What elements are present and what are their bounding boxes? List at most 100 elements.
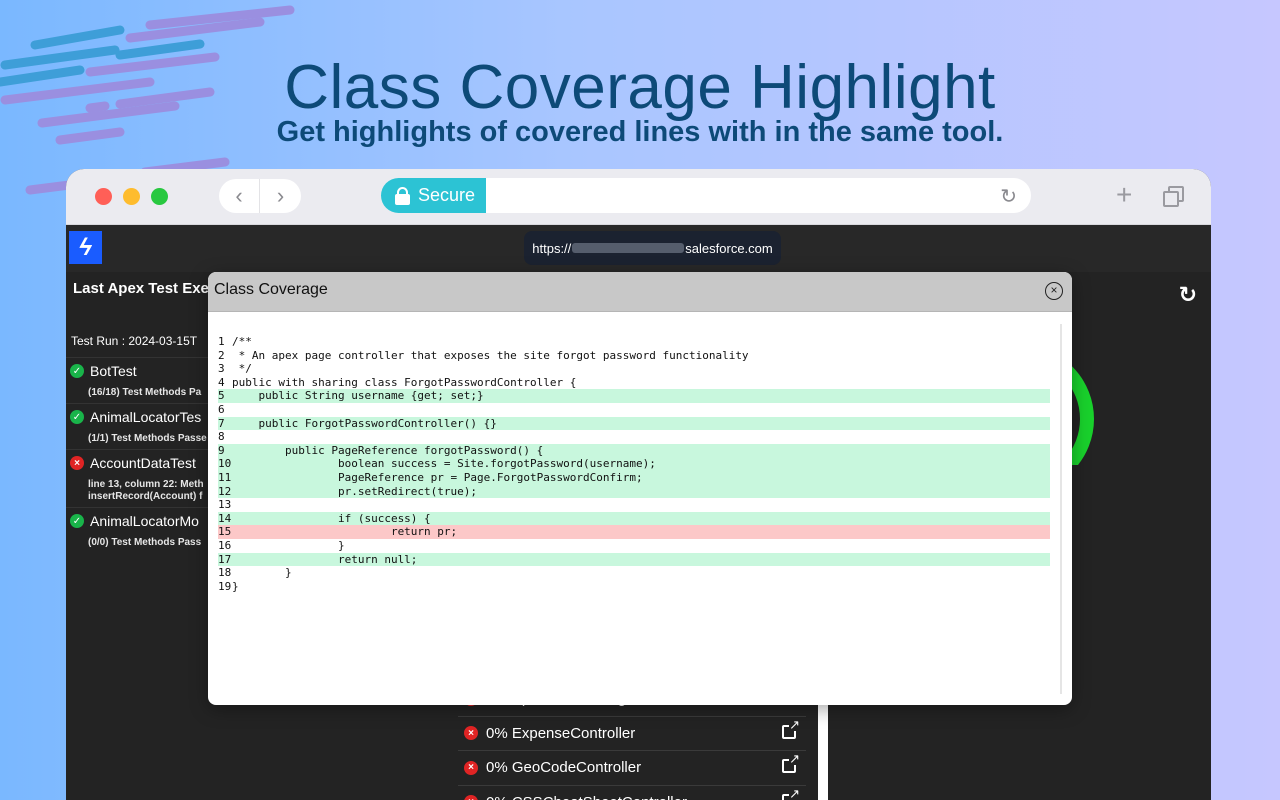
check-circle-icon: ✓ — [70, 410, 84, 424]
test-class-item[interactable]: ✓ AnimalLocatorMo — [66, 507, 208, 534]
code-text: PageReference pr = Page.ForgotPasswordCo… — [232, 470, 643, 484]
test-class-detail-line: line 13, column 22: Meth — [88, 479, 204, 490]
code-text: } — [232, 566, 292, 580]
error-circle-icon: × — [464, 726, 478, 741]
test-class-item[interactable]: ✓ AnimalLocatorTes — [66, 403, 208, 430]
code-line: 16 } — [218, 539, 1050, 553]
error-circle-icon: × — [464, 795, 478, 800]
redacted-url-segment — [572, 243, 685, 253]
code-text: return null; — [232, 552, 418, 566]
close-window-button[interactable] — [95, 188, 112, 205]
line-number: 19 — [218, 579, 232, 593]
forward-button[interactable]: › — [260, 179, 301, 213]
coverage-label: 0% ExpenseController — [486, 724, 636, 742]
code-text: public String username {get; set;} — [232, 389, 484, 403]
external-link-icon[interactable] — [782, 786, 800, 800]
test-class-detail-line: insertRecord(Account) f — [88, 491, 203, 502]
line-number: 14 — [218, 511, 232, 525]
refresh-icon[interactable]: ↻ — [1179, 282, 1197, 308]
test-class-name: AccountDataTest — [90, 455, 196, 471]
line-number: 9 — [218, 443, 225, 457]
line-number: 15 — [218, 525, 232, 539]
line-number: 5 — [218, 389, 225, 403]
url-prefix: https:// — [532, 240, 572, 256]
line-number: 17 — [218, 552, 232, 566]
test-class-detail-line: (16/18) Test Methods Pa — [88, 387, 202, 398]
new-tab-icon[interactable]: + — [1116, 181, 1132, 209]
code-text: /** — [232, 335, 252, 348]
code-text: pr.setRedirect(true); — [232, 484, 478, 498]
app-header: ϟ https:// salesforce.com — [66, 225, 1211, 272]
app-logo-icon[interactable]: ϟ — [69, 231, 102, 264]
org-url-pill: https:// salesforce.com — [524, 231, 781, 265]
error-circle-icon: × — [70, 456, 84, 470]
hero-subtitle: Get highlights of covered lines with in … — [276, 116, 1004, 148]
line-number: 1 — [218, 335, 225, 348]
external-link-icon[interactable] — [782, 752, 800, 773]
code-text: public with sharing class ForgotPassword… — [232, 375, 577, 389]
check-circle-icon: ✓ — [70, 364, 84, 378]
coverage-list-scrollbar[interactable] — [818, 702, 828, 800]
line-number: 18 — [218, 566, 232, 580]
covered-code-line: 14 if (success) { — [218, 511, 1050, 526]
address-bar[interactable]: Secure ↻ — [381, 178, 1031, 213]
test-class-detail: line 13, column 22: Meth insertRecord(Acc… — [66, 476, 208, 507]
line-number: 3 — [218, 362, 225, 376]
test-class-name: BotTest — [90, 363, 137, 379]
code-text: boolean success = Site.forgotPassword(us… — [232, 457, 656, 471]
covered-code-line: 12 pr.setRedirect(true); — [218, 484, 1050, 499]
code-view: 1 /** 2 * An apex page controller that exp… — [218, 335, 1050, 593]
line-number: 4 — [218, 375, 225, 389]
browser-titlebar: ‹ › Secure ↻ + — [66, 169, 1211, 225]
code-line: 1 /** — [218, 335, 1050, 349]
code-line: 19} — [218, 580, 1050, 594]
secure-badge: Secure — [381, 178, 486, 213]
tabs-overview-icon[interactable] — [1163, 186, 1184, 207]
line-number: 11 — [218, 470, 232, 484]
error-circle-icon: × — [464, 760, 478, 775]
check-circle-icon: ✓ — [70, 514, 84, 528]
coverage-row[interactable]: × 0% CSSCheatSheetController — [458, 786, 806, 800]
test-class-name: AnimalLocatorTes — [90, 409, 202, 425]
hero-title: Class Coverage Highlight — [284, 53, 996, 122]
code-text: */ — [232, 362, 252, 376]
url-suffix: salesforce.com — [685, 240, 773, 256]
modal-scrollbar[interactable] — [1060, 324, 1062, 694]
coverage-label: 0% CSSCheatSheetController — [486, 794, 687, 800]
modal-title: Class Coverage — [214, 281, 328, 298]
lock-icon — [395, 186, 410, 205]
test-class-detail-line: (1/1) Test Methods Passe — [88, 433, 207, 444]
close-icon[interactable]: × — [1045, 282, 1063, 300]
coverage-row[interactable]: × 0% ExpenseController — [458, 717, 806, 751]
test-class-detail: (1/1) Test Methods Passe — [66, 430, 208, 449]
test-run-label: Test Run : 2024-03-15T — [71, 334, 198, 348]
reload-icon[interactable]: ↻ — [1000, 184, 1017, 209]
code-text: } — [232, 538, 345, 552]
line-number: 13 — [218, 498, 232, 512]
test-class-item[interactable]: × AccountDataTest — [66, 449, 208, 476]
test-class-item[interactable]: ✓ BotTest — [66, 357, 208, 384]
code-line: 6 — [218, 403, 1050, 417]
line-number: 16 — [218, 538, 232, 552]
covered-code-line: 9 public PageReference forgotPassword() … — [218, 443, 1050, 458]
line-number: 6 — [218, 402, 225, 416]
code-text: public ForgotPasswordController() {} — [232, 416, 497, 430]
test-class-detail-line: (0/0) Test Methods Pass — [88, 537, 202, 548]
code-text: if (success) { — [232, 511, 431, 525]
maximize-window-button[interactable] — [151, 188, 168, 205]
line-number: 2 — [218, 348, 225, 362]
code-line: 8 — [218, 430, 1050, 444]
code-text: * An apex page controller that exposes t… — [232, 348, 749, 362]
external-link-icon[interactable] — [782, 717, 800, 739]
back-button[interactable]: ‹ — [219, 179, 260, 213]
coverage-row[interactable]: × 0% GeoCodeController — [458, 751, 806, 786]
minimize-window-button[interactable] — [123, 188, 140, 205]
test-execution-panel: Last Apex Test Exec Test Run : 2024-03-1… — [66, 272, 208, 800]
code-line: 13 — [218, 498, 1050, 512]
covered-code-line: 5 public String username {get; set;} — [218, 389, 1050, 403]
code-text: return pr; — [232, 525, 458, 539]
secure-label: Secure — [418, 185, 476, 205]
coverage-label: 0% GeoCodeController — [486, 759, 642, 777]
panel-title: Last Apex Test Exec — [73, 280, 208, 297]
covered-code-line: 10 boolean success = Site.forgotPassword… — [218, 457, 1050, 471]
